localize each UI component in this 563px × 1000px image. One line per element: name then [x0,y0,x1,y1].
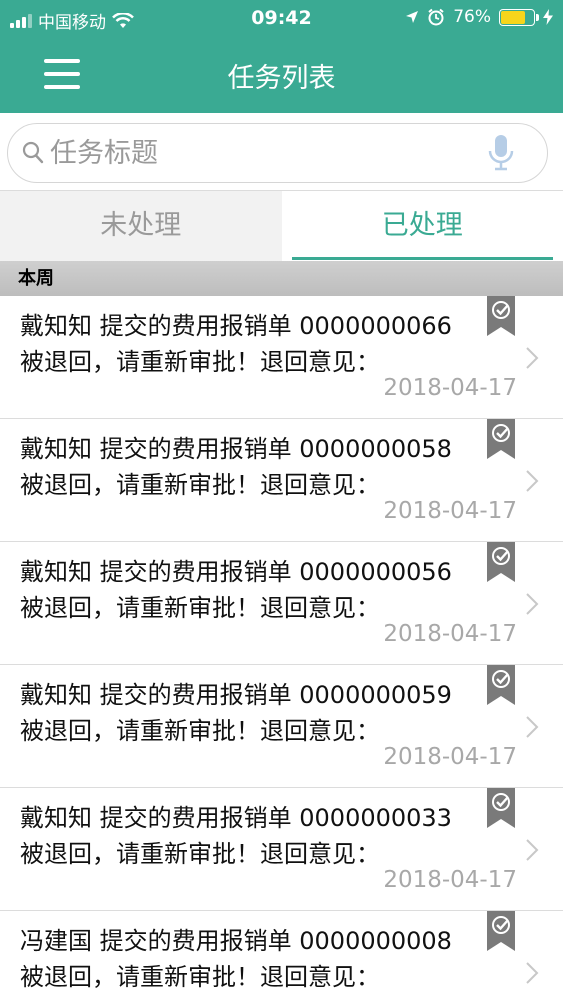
processed-badge-icon [487,542,515,582]
mic-icon[interactable] [487,134,515,172]
item-date: 2018-04-17 [383,867,517,893]
item-text: 戴知知 提交的费用报销单 0000000056 被退回，请重新审批！退回意见： [20,558,452,622]
alarm-icon [428,8,444,26]
section-header-this-week: 本周 [0,261,563,296]
list-item[interactable]: 戴知知 提交的费用报销单 0000000066 被退回，请重新审批！退回意见： … [0,296,563,419]
tab-processed[interactable]: 已处理 [281,191,563,261]
charging-icon [543,9,553,25]
tab-bar: 未处理 已处理 [0,191,563,261]
processed-badge-icon [487,788,515,828]
search-input[interactable] [50,134,470,172]
item-date: 2018-04-17 [383,744,517,770]
processed-badge-icon [487,911,515,951]
tab-unprocessed[interactable]: 未处理 [0,191,282,261]
list-item[interactable]: 戴知知 提交的费用报销单 0000000059 被退回，请重新审批！退回意见： … [0,665,563,788]
search-box[interactable] [7,123,548,183]
search-bar [0,113,563,191]
chevron-right-icon [526,470,539,492]
battery-icon [499,8,539,26]
item-date: 2018-04-17 [383,375,517,401]
processed-badge-icon [487,296,515,336]
task-list: 戴知知 提交的费用报销单 0000000066 被退回，请重新审批！退回意见： … [0,296,563,1000]
item-text: 冯建国 提交的费用报销单 0000000008 被退回，请重新审批！退回意见： [20,927,452,991]
status-right: 76% [405,7,553,27]
item-text: 戴知知 提交的费用报销单 0000000058 被退回，请重新审批！退回意见： [20,435,452,499]
list-item[interactable]: 戴知知 提交的费用报销单 0000000058 被退回，请重新审批！退回意见： … [0,419,563,542]
item-text: 戴知知 提交的费用报销单 0000000059 被退回，请重新审批！退回意见： [20,681,452,745]
item-date: 2018-04-17 [383,621,517,647]
chevron-right-icon [526,347,539,369]
list-item[interactable]: 戴知知 提交的费用报销单 0000000056 被退回，请重新审批！退回意见： … [0,542,563,665]
battery-percent: 76% [453,7,491,27]
header: 任务列表 [0,38,563,113]
page-title: 任务列表 [227,63,336,94]
item-date: 2018-04-17 [383,498,517,524]
item-text: 戴知知 提交的费用报销单 0000000066 被退回，请重新审批！退回意见： [20,312,452,376]
chevron-right-icon [526,839,539,861]
battery-fill [501,10,526,24]
chevron-right-icon [526,962,539,984]
processed-badge-icon [487,419,515,459]
top-bar: 中国移动 09:42 76% 任务列表 [0,0,563,113]
status-bar: 中国移动 09:42 76% [0,0,563,38]
list-item[interactable]: 冯建国 提交的费用报销单 0000000008 被退回，请重新审批！退回意见： [0,911,563,1000]
list-item[interactable]: 戴知知 提交的费用报销单 0000000033 被退回，请重新审批！退回意见： … [0,788,563,911]
search-icon [22,141,44,164]
chevron-right-icon [526,716,539,738]
location-icon [406,11,419,23]
processed-badge-icon [487,665,515,705]
item-text: 戴知知 提交的费用报销单 0000000033 被退回，请重新审批！退回意见： [20,804,452,868]
chevron-right-icon [526,593,539,615]
